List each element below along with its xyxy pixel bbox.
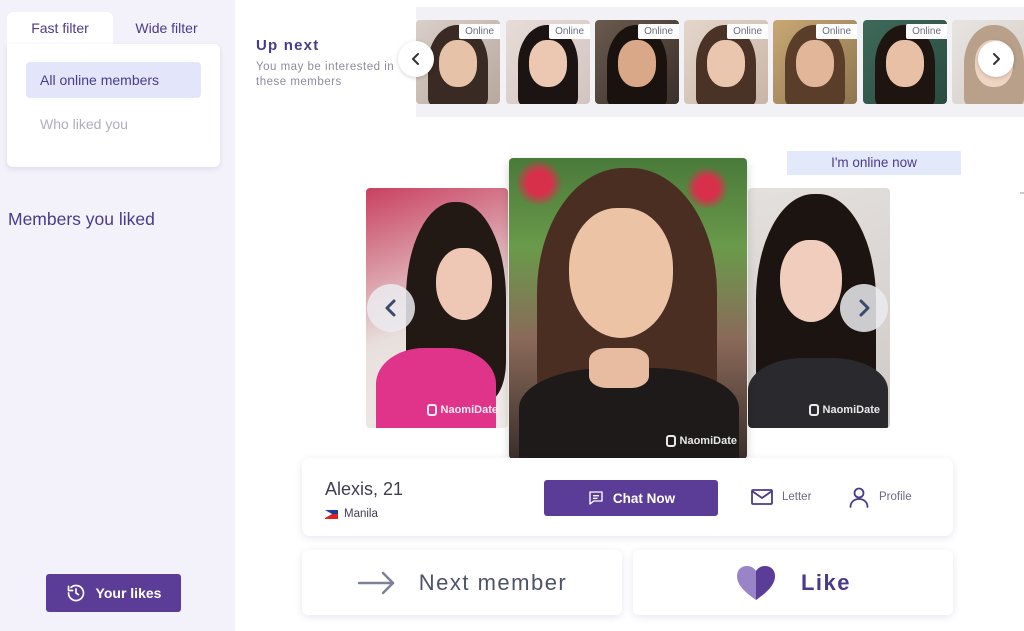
scrollbar-marker — [1020, 192, 1024, 194]
up-next-title: Up next — [256, 37, 320, 54]
thumbnail[interactable]: Online — [863, 20, 947, 104]
member-main-photo[interactable]: NaomiDate — [509, 158, 747, 459]
member-info-card: Alexis, 21 Manila Chat Now Letter Profil… — [302, 458, 953, 536]
thumbnail[interactable]: Online — [595, 20, 679, 104]
online-badge: Online — [459, 24, 500, 39]
sidebar: Fast filter Wide filter All online membe… — [0, 0, 235, 631]
up-next-subtitle: You may be interested in these members — [256, 61, 395, 88]
your-likes-label: Your likes — [95, 585, 162, 601]
like-label: Like — [800, 569, 852, 595]
tab-wide-filter[interactable]: Wide filter — [113, 12, 220, 44]
chat-bubble-icon — [589, 491, 603, 505]
filter-who-liked-you[interactable]: Who liked you — [26, 106, 201, 142]
chevron-left-icon — [385, 299, 396, 317]
chevron-left-icon — [412, 53, 419, 65]
up-next-next-button[interactable] — [978, 41, 1014, 77]
filter-tabs: Fast filter Wide filter — [7, 12, 220, 44]
chat-now-label: Chat Now — [612, 490, 676, 506]
up-next-prev-button[interactable] — [398, 41, 434, 77]
online-badge: Online — [906, 24, 947, 39]
next-member-button[interactable]: Next member — [302, 550, 622, 615]
online-badge: Online — [727, 24, 768, 39]
profile-link[interactable]: Profile — [847, 485, 912, 509]
heart-icon — [736, 565, 775, 600]
chevron-right-icon — [859, 299, 870, 317]
arrow-right-icon — [357, 571, 394, 594]
letter-label: Letter — [782, 491, 812, 503]
tab-fast-filter[interactable]: Fast filter — [7, 12, 113, 44]
filter-panel: All online members Who liked you — [7, 44, 220, 167]
next-member-label: Next member — [418, 569, 568, 595]
online-badge: Online — [816, 24, 857, 39]
member-location: Manila — [325, 508, 378, 520]
envelope-icon — [751, 489, 773, 505]
philippines-flag-icon — [325, 509, 338, 519]
member-name: Alexis, 21 — [325, 479, 404, 499]
like-button[interactable]: Like — [633, 550, 953, 615]
chevron-right-icon — [993, 53, 1000, 65]
your-likes-button[interactable]: Your likes — [46, 574, 181, 612]
thumbnail[interactable]: Online — [506, 20, 590, 104]
previous-member-arrow[interactable] — [367, 284, 415, 332]
thumbnail[interactable]: Online — [773, 20, 857, 104]
member-city: Manila — [344, 508, 378, 520]
members-you-liked-heading: Members you liked — [8, 209, 155, 229]
next-member-arrow[interactable] — [840, 284, 888, 332]
watermark: NaomiDate — [665, 435, 737, 447]
watermark: NaomiDate — [426, 404, 498, 416]
online-badge: Online — [549, 24, 590, 39]
history-icon — [67, 584, 84, 602]
online-badge: Online — [638, 24, 679, 39]
letter-link[interactable]: Letter — [750, 485, 811, 509]
watermark: NaomiDate — [808, 404, 880, 416]
thumbnail[interactable]: Online — [684, 20, 768, 104]
profile-label: Profile — [879, 491, 912, 503]
filter-all-online-members[interactable]: All online members — [26, 62, 201, 98]
user-icon — [849, 487, 869, 508]
online-status-badge: I'm online now — [787, 151, 961, 175]
chat-now-button[interactable]: Chat Now — [544, 480, 718, 516]
up-next-strip: Online Online Online Online Online Onlin… — [416, 7, 1024, 117]
